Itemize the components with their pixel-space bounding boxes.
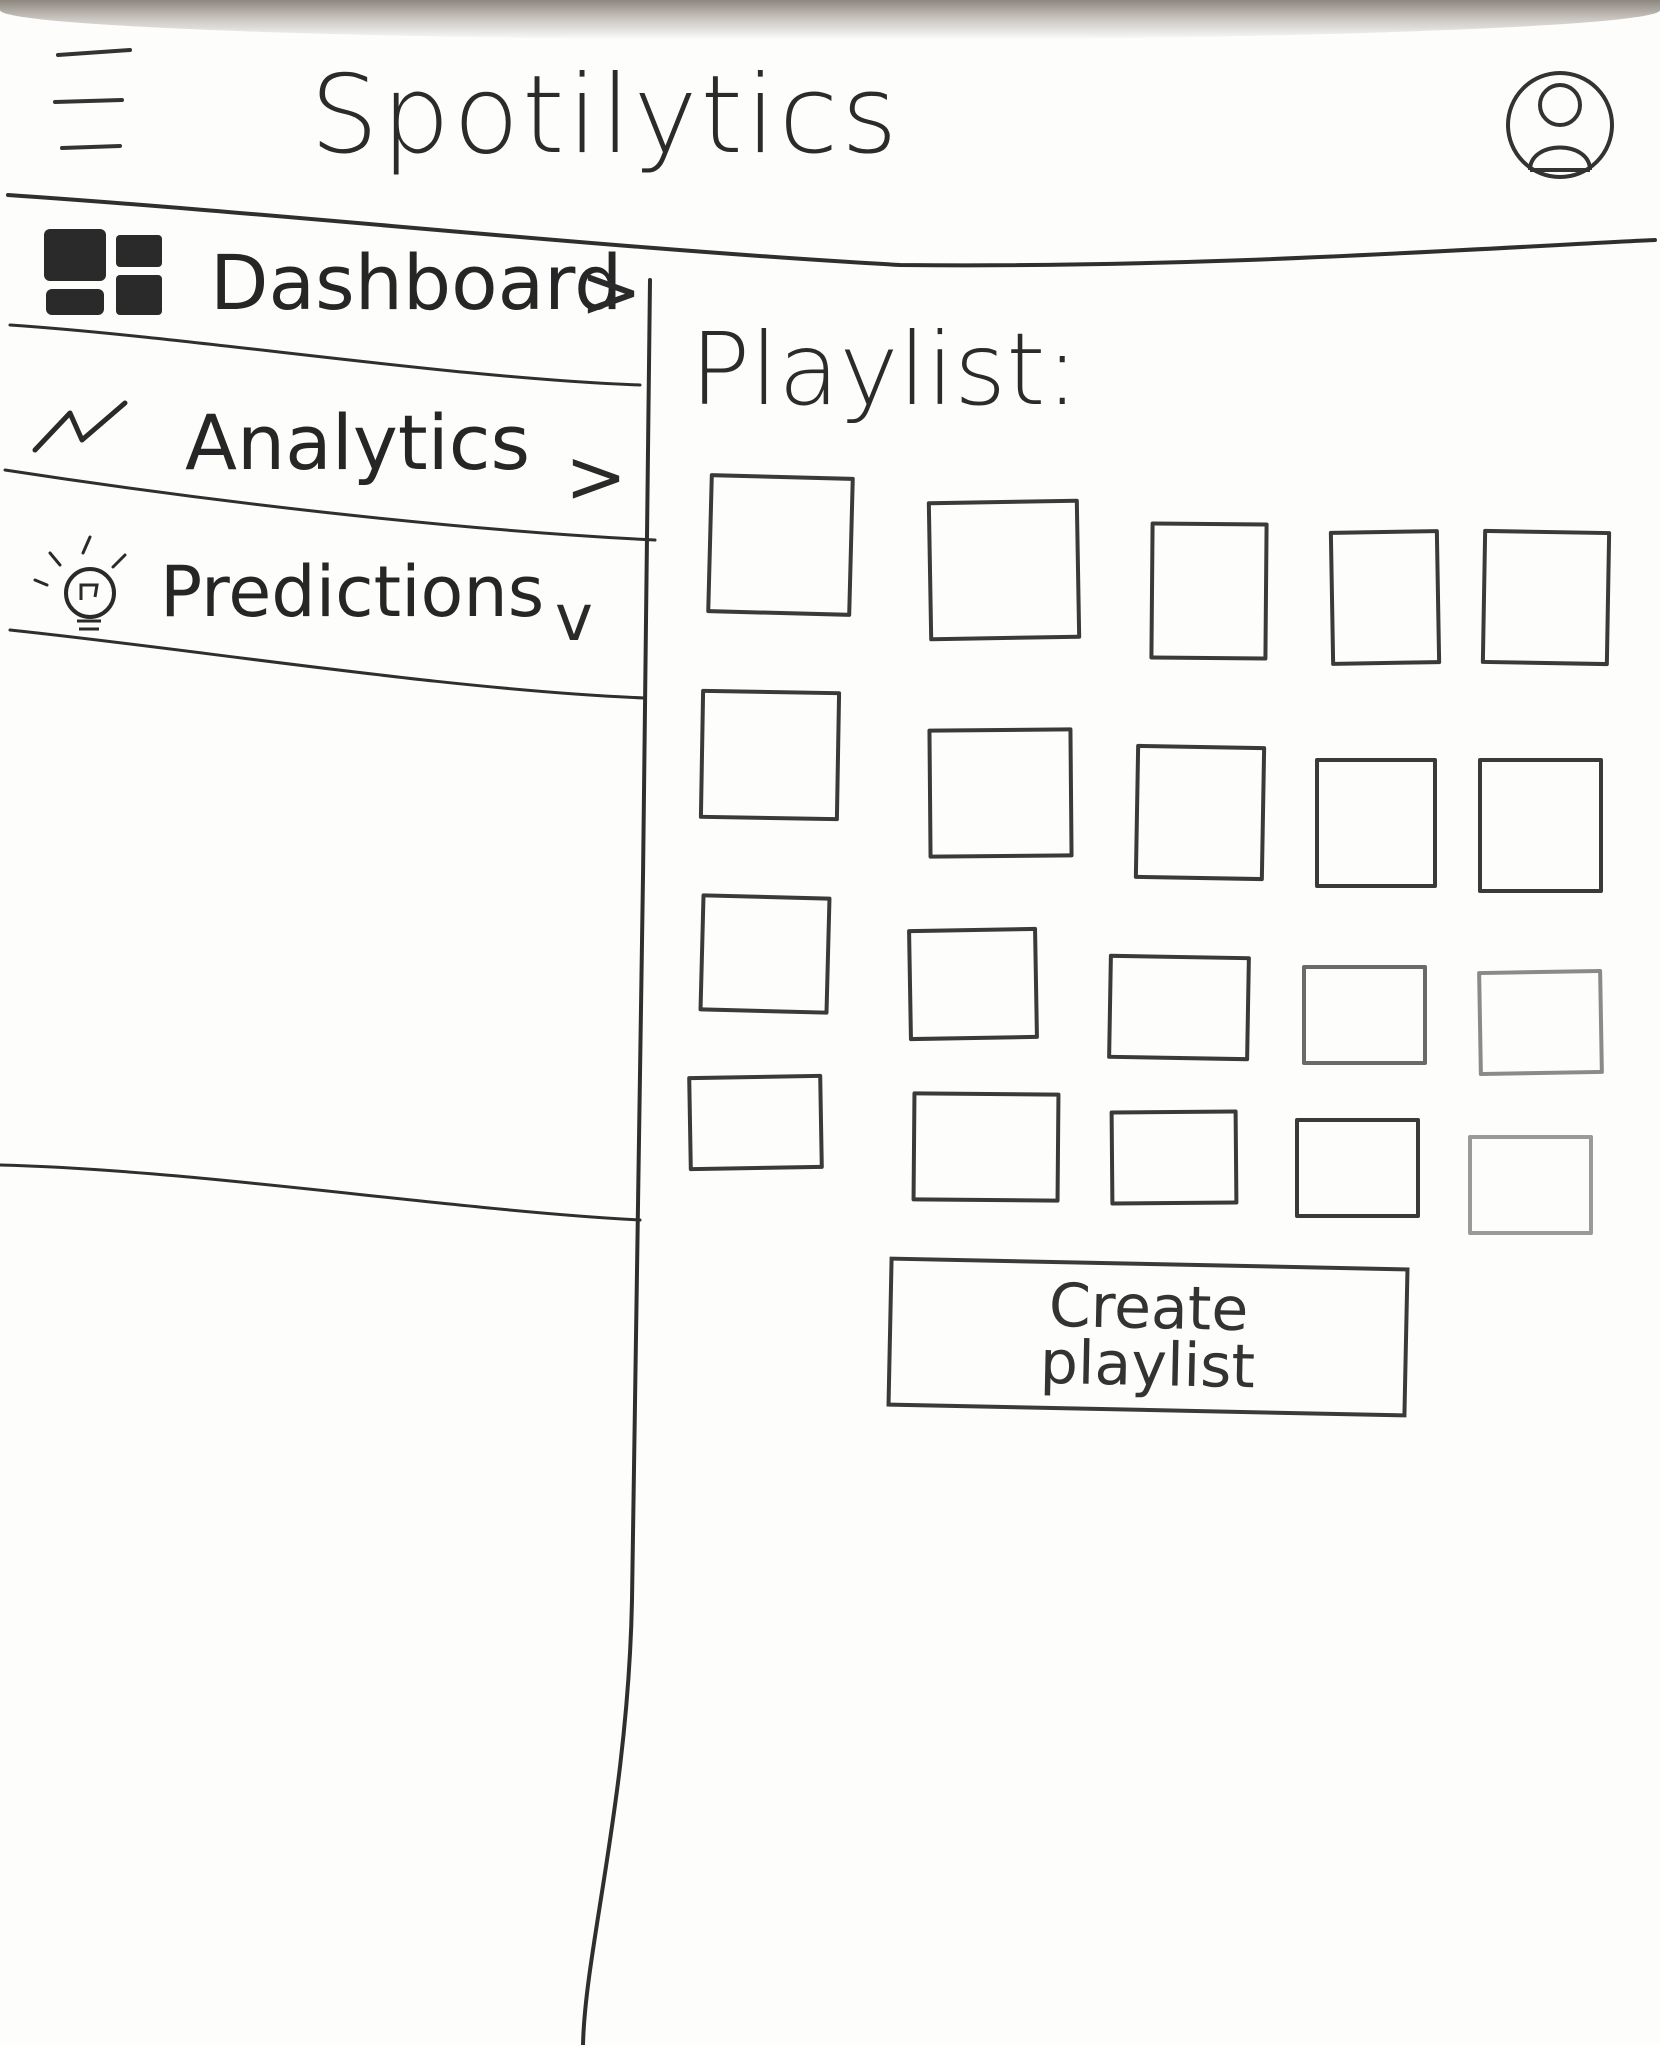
sidebar-item-analytics[interactable]: Analytics >: [0, 385, 640, 515]
lightbulb-icon: [33, 535, 127, 631]
user-avatar-icon[interactable]: [1500, 60, 1620, 190]
playlist-tile[interactable]: [927, 727, 1074, 859]
create-playlist-label: Create playlist: [1039, 1270, 1256, 1403]
chevron-down-icon: v: [555, 582, 593, 656]
sidebar-item-predictions[interactable]: Predictions v: [0, 535, 640, 665]
playlist-tile[interactable]: [1478, 758, 1603, 893]
playlist-tile[interactable]: [687, 1073, 824, 1172]
playlist-tile[interactable]: [1302, 965, 1427, 1065]
playlist-tile[interactable]: [1295, 1118, 1420, 1218]
sidebar-item-dashboard[interactable]: Dashboard >: [0, 215, 643, 345]
create-playlist-button[interactable]: Create playlist: [886, 1256, 1410, 1418]
playlist-tile[interactable]: [1133, 743, 1267, 882]
dashboard-grid-icon: [44, 229, 162, 315]
menu-icon[interactable]: [40, 40, 150, 160]
playlist-tile[interactable]: [1315, 758, 1437, 888]
playlist-tile[interactable]: [1480, 528, 1612, 667]
chevron-right-icon: >: [565, 434, 628, 520]
playlist-tile[interactable]: [1477, 968, 1604, 1077]
playlist-tile[interactable]: [706, 473, 855, 617]
trend-line-icon: [32, 400, 128, 453]
page-top-shadow: [0, 0, 1660, 40]
playlist-tile[interactable]: [1468, 1135, 1593, 1235]
playlist-tile[interactable]: [926, 498, 1082, 642]
playlist-tile[interactable]: [698, 688, 842, 822]
playlist-tile[interactable]: [1149, 521, 1269, 661]
playlist-section-title: Playlist:: [690, 311, 1080, 428]
playlist-tile[interactable]: [1109, 1109, 1239, 1206]
chevron-right-icon: >: [580, 249, 643, 335]
playlist-tile[interactable]: [911, 1091, 1061, 1203]
sidebar-item-label: Dashboard: [210, 238, 623, 327]
sidebar-item-label: Analytics: [185, 398, 531, 487]
sidebar-item-label: Predictions: [160, 551, 545, 633]
playlist-tile[interactable]: [907, 926, 1039, 1042]
playlist-tile[interactable]: [698, 893, 832, 1015]
playlist-tile[interactable]: [1107, 953, 1251, 1062]
app-title: Spotilytics: [310, 53, 901, 178]
playlist-tile[interactable]: [1328, 529, 1442, 666]
